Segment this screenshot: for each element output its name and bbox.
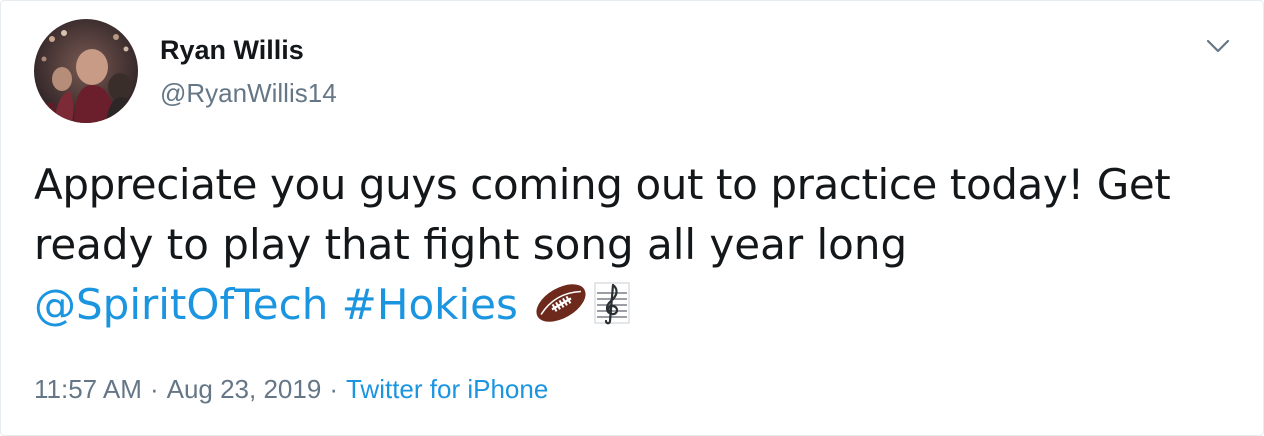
tweet-date[interactable]: Aug 23, 2019	[167, 374, 322, 404]
tweet-text: Appreciate you guys coming out to practi…	[34, 155, 1234, 341]
avatar[interactable]	[34, 19, 138, 123]
tweet-card: Ryan Willis @RyanWillis14 Appreciate you…	[0, 0, 1264, 436]
separator: ·	[329, 374, 338, 404]
chevron-down-icon[interactable]	[1205, 36, 1231, 56]
separator: ·	[149, 374, 159, 404]
tweet-time[interactable]: 11:57 AM	[34, 374, 142, 404]
tweet-text-line: Appreciate you guys coming out to practi…	[34, 160, 1171, 209]
mention-link[interactable]: @SpiritOfTech	[34, 280, 328, 329]
tweet-text-line: @SpiritOfTech #Hokies	[34, 275, 1234, 341]
musical-score-emoji	[594, 281, 630, 341]
hashtag-link[interactable]: #Hokies	[342, 280, 518, 329]
tweet-metadata: 11:57 AM · Aug 23, 2019 · Twitter for iPhone	[34, 372, 548, 406]
tweet-source-link[interactable]: Twitter for iPhone	[346, 374, 548, 404]
display-name[interactable]: Ryan Willis	[160, 33, 304, 67]
american-football-emoji	[532, 281, 590, 341]
tweet-text-line: ready to play that fight song all year l…	[34, 220, 908, 269]
user-handle[interactable]: @RyanWillis14	[160, 77, 337, 109]
